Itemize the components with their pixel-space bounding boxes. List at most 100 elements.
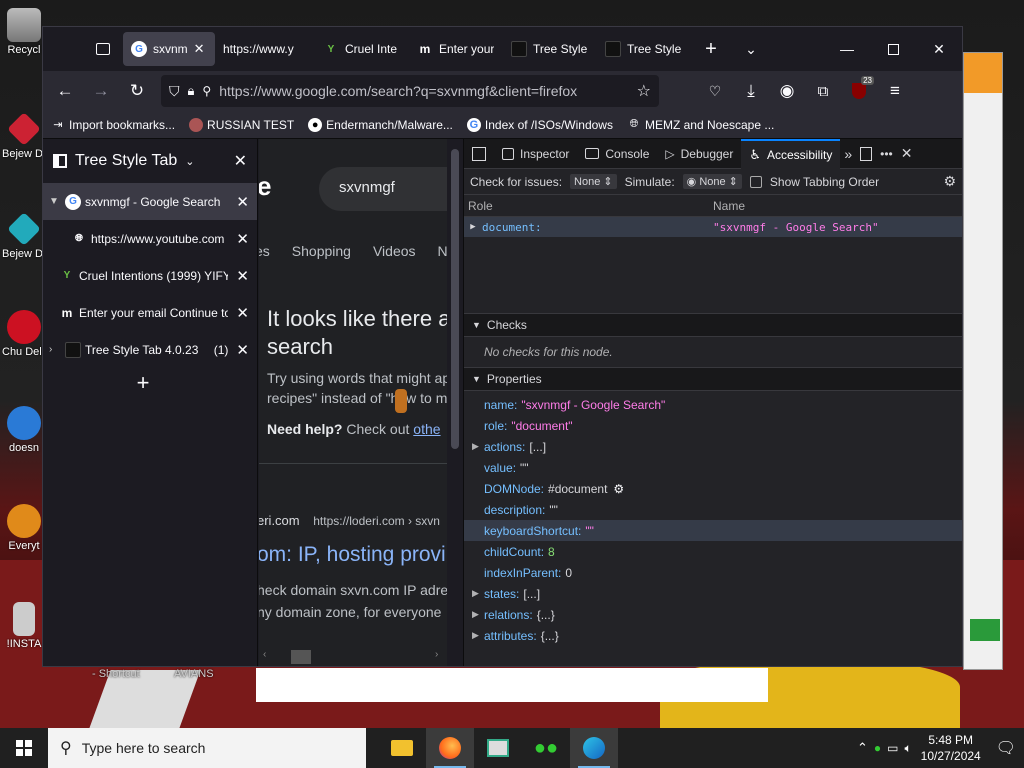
pocket-button[interactable]: ♡ — [699, 75, 731, 107]
tab-console[interactable]: Console — [577, 139, 657, 169]
scroll-left-icon[interactable]: ‹ — [263, 649, 266, 660]
chevron-up-icon[interactable]: ⌃ — [857, 740, 868, 756]
property-row[interactable]: role: "document" — [464, 415, 962, 436]
forward-button[interactable]: → — [85, 75, 117, 107]
close-icon[interactable]: ✕ — [232, 341, 249, 359]
bookmark-memz[interactable]: 🌐︎ MEMZ and Noescape ... — [627, 118, 775, 132]
property-row[interactable]: ▶ actions: [...] — [464, 436, 962, 457]
tabbing-order-checkbox[interactable] — [749, 175, 762, 188]
element-picker-button[interactable] — [464, 139, 494, 169]
maximize-button[interactable] — [870, 27, 916, 71]
network-icon[interactable]: ▭ — [887, 741, 898, 755]
tab-enter-email[interactable]: m Enter your — [409, 32, 503, 66]
taskbar-app[interactable] — [474, 728, 522, 768]
bookmark-index-isos[interactable]: G Index of /ISOs/Windows — [466, 117, 613, 132]
property-row[interactable]: indexInParent: 0 — [464, 562, 962, 583]
sidebar-tab-enter-email[interactable]: m Enter your email Continue to ✕ — [43, 294, 257, 331]
settings-gear-icon[interactable]: ⚙ — [943, 173, 956, 190]
property-row[interactable]: value: "" — [464, 457, 962, 478]
close-icon[interactable]: ✕ — [232, 230, 249, 248]
new-tab-button[interactable]: + — [43, 368, 243, 398]
account-button[interactable]: ◉ — [771, 75, 803, 107]
other-link[interactable]: othe — [413, 421, 440, 437]
bookmark-star-icon[interactable]: ☆ — [637, 81, 651, 101]
close-icon[interactable]: ✕ — [194, 41, 205, 57]
property-row[interactable]: childCount: 8 — [464, 541, 962, 562]
scroll-thumb[interactable] — [291, 650, 311, 664]
close-icon[interactable]: ✕ — [232, 267, 249, 285]
search-query[interactable]: sxvnmgf — [339, 179, 395, 196]
sidebar-tab-google[interactable]: ▼ G sxvnmgf - Google Search ✕ — [43, 183, 257, 220]
bookmark-russian-test[interactable]: RUSSIAN TEST — [189, 117, 294, 132]
target-node-icon[interactable]: ⚙ — [613, 482, 624, 496]
tab-tree-style-2[interactable]: Tree Style — [597, 32, 691, 66]
property-row[interactable]: keyboardShortcut: "" — [464, 520, 962, 541]
minimize-button[interactable]: — — [824, 27, 870, 71]
nav-item[interactable]: es — [259, 243, 270, 259]
sidebar-tab-youtube[interactable]: 🌐︎ https://www.youtube.com ✕ — [43, 220, 257, 257]
notification-icon[interactable]: 🗨︎ — [996, 738, 1016, 758]
close-window-button[interactable]: ✕ — [916, 27, 962, 71]
clock[interactable]: 5:48 PM 10/27/2024 — [918, 732, 984, 764]
close-icon[interactable]: ✕ — [232, 304, 249, 322]
scroll-thumb[interactable] — [451, 149, 459, 449]
dock-button[interactable] — [856, 139, 876, 169]
tab-debugger[interactable]: ▷ Debugger — [657, 139, 741, 169]
firefox-view-button[interactable] — [83, 27, 123, 71]
menu-button[interactable]: ≡ — [879, 75, 911, 107]
result-title[interactable]: om: IP, hosting provi — [259, 543, 446, 567]
taskbar-file-explorer[interactable] — [378, 728, 426, 768]
ublock-button[interactable]: 23 — [843, 75, 875, 107]
property-row[interactable]: ▶ states: [...] — [464, 583, 962, 604]
downloads-button[interactable]: ⤓ — [735, 75, 767, 107]
tree-row-document[interactable]: ▶ document: "sxvnmgf - Google Search" — [464, 217, 962, 237]
tab-youtube[interactable]: https://www.y — [215, 32, 315, 66]
more-tools-button[interactable]: » — [840, 139, 856, 169]
tab-cruel-intentions[interactable]: Y Cruel Inte — [315, 32, 409, 66]
sidebar-tab-tree-style[interactable]: › Tree Style Tab 4.0.23 (1) ✕ — [43, 331, 257, 368]
properties-section-header[interactable]: ▼ Properties — [464, 367, 962, 391]
check-issues-select[interactable]: None ⇕ — [570, 174, 617, 189]
twisty-icon[interactable]: ▼ — [49, 196, 61, 207]
sidebar-tab-cruel[interactable]: Y Cruel Intentions (1999) YIFY - ✕ — [43, 257, 257, 294]
list-all-tabs-button[interactable]: ⌄ — [731, 27, 771, 71]
taskbar-edge[interactable] — [570, 728, 618, 768]
tab-tree-style-1[interactable]: Tree Style — [503, 32, 597, 66]
taskbar-firefox[interactable] — [426, 728, 474, 768]
twisty-icon[interactable]: ▶ — [472, 609, 484, 620]
url-bar[interactable]: ⛉ 🔒︎ ⚲ https://www.google.com/search?q=s… — [161, 75, 659, 107]
desktop-icon-bejeweled-2[interactable]: Bejew Delu — [2, 212, 46, 260]
property-row[interactable]: ▶ attributes: {...} — [464, 625, 962, 646]
desktop-icon-doesn[interactable]: doesn — [2, 406, 46, 454]
bookmark-import[interactable]: ⇥ Import bookmarks... — [51, 118, 175, 132]
horizontal-scrollbar[interactable]: ‹ › — [259, 647, 447, 665]
background-window-green-button[interactable] — [970, 619, 1000, 641]
property-row[interactable]: name: "sxvnmgf - Google Search" — [464, 394, 962, 415]
property-row[interactable]: description: "" — [464, 499, 962, 520]
twisty-icon[interactable]: › — [49, 344, 61, 355]
volume-icon[interactable]: 🔈︎ — [904, 741, 911, 756]
checks-section-header[interactable]: ▼ Checks — [464, 313, 962, 337]
bookmark-endermanch[interactable]: ● Endermanch/Malware... — [308, 117, 453, 132]
chevron-down-icon[interactable]: ⌄ — [185, 155, 194, 168]
twisty-icon[interactable]: ▶ — [464, 222, 482, 232]
desktop-icon-chuzzle[interactable]: Chu Delu — [2, 310, 46, 358]
tab-google-search[interactable]: G sxvnm ✕ — [123, 32, 215, 66]
result-source[interactable]: eri.com https://loderi.com › sxvn — [259, 513, 440, 528]
close-devtools-button[interactable]: ✕ — [897, 139, 917, 169]
desktop-icon-everything[interactable]: Everyt — [2, 504, 46, 552]
desktop-icon-installer[interactable]: !INSTA — [2, 602, 46, 650]
taskbar-contacts[interactable]: ●● — [522, 728, 570, 768]
extensions-button[interactable]: ⧉ — [807, 75, 839, 107]
tab-inspector[interactable]: Inspector — [494, 139, 577, 169]
people-tray-icon[interactable]: ● — [874, 741, 881, 755]
page-vertical-scrollbar[interactable] — [447, 139, 463, 666]
search-box[interactable]: sxvnmgf — [319, 167, 447, 211]
back-button[interactable]: ← — [49, 75, 81, 107]
devtools-menu-button[interactable]: ••• — [876, 139, 897, 169]
close-icon[interactable]: ✕ — [232, 193, 249, 211]
reload-button[interactable]: ↻ — [121, 75, 153, 107]
sidebar-title[interactable]: Tree Style Tab — [75, 152, 177, 170]
start-button[interactable] — [0, 728, 48, 768]
twisty-icon[interactable]: ▶ — [472, 630, 484, 641]
